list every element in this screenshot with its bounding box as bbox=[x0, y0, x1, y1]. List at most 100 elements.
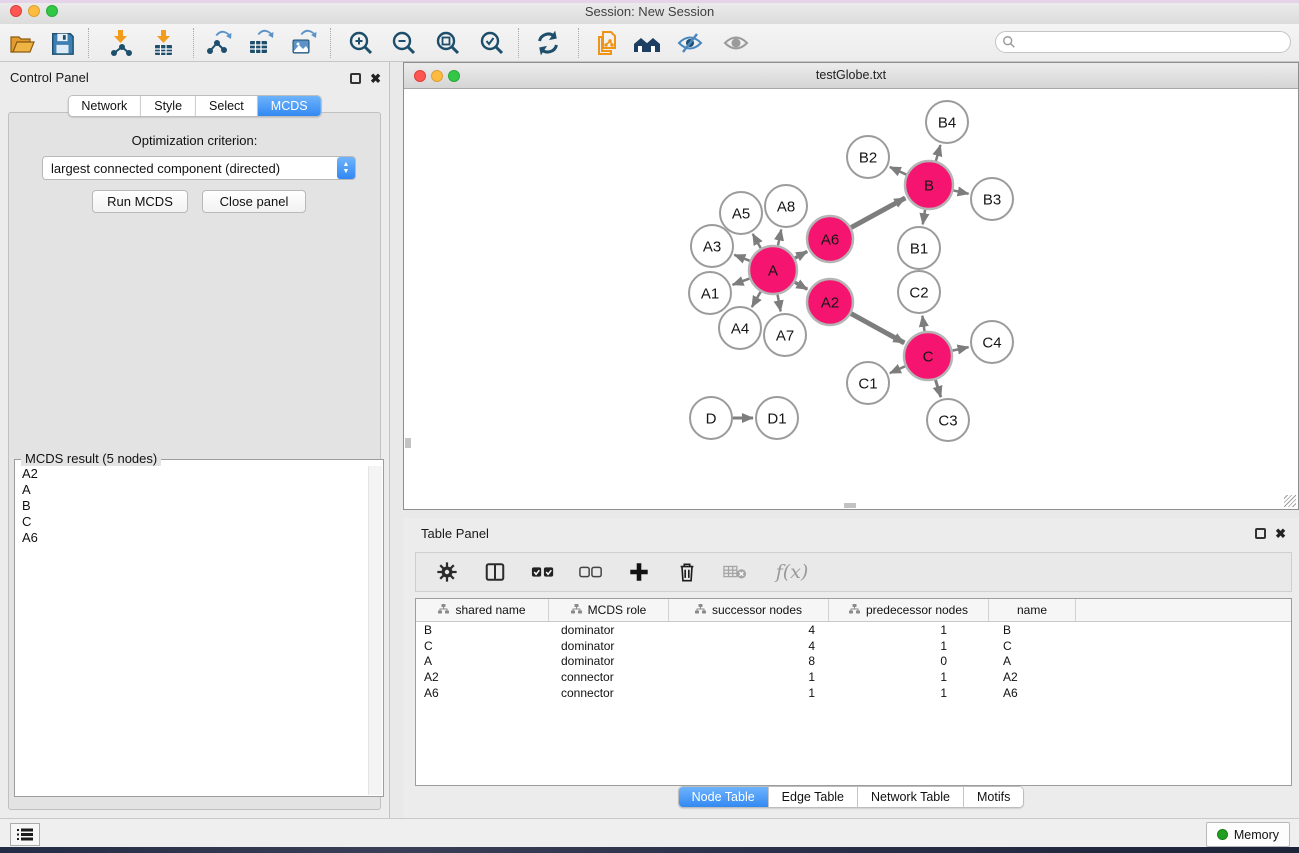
table-cell[interactable]: A bbox=[989, 654, 1076, 668]
export-image-button[interactable] bbox=[286, 26, 320, 60]
network-horizontal-scroll-thumb[interactable] bbox=[844, 503, 856, 508]
result-list-scrollbar[interactable] bbox=[368, 466, 382, 795]
duplicate-network-button[interactable] bbox=[590, 26, 624, 60]
network-vertical-scroll-thumb[interactable] bbox=[405, 438, 411, 448]
memory-button[interactable]: Memory bbox=[1206, 822, 1290, 847]
home-button[interactable] bbox=[630, 26, 664, 60]
network-edge-A6-B[interactable] bbox=[851, 198, 905, 228]
network-edge-C-C3[interactable] bbox=[935, 380, 940, 397]
mcds-result-item[interactable]: A bbox=[22, 482, 368, 498]
tab-network-table[interactable]: Network Table bbox=[858, 787, 964, 807]
split-view-icon[interactable] bbox=[482, 559, 508, 585]
delete-table-icon[interactable] bbox=[722, 559, 748, 585]
table-cell[interactable]: 1 bbox=[669, 670, 829, 684]
table-cell[interactable]: 4 bbox=[669, 639, 829, 653]
table-cell[interactable]: connector bbox=[549, 670, 669, 684]
network-node-A[interactable]: A bbox=[749, 246, 797, 294]
task-history-button[interactable] bbox=[10, 823, 40, 846]
table-cell[interactable]: 4 bbox=[669, 623, 829, 637]
table-cell[interactable]: B bbox=[416, 623, 549, 637]
network-edge-A2-C[interactable] bbox=[851, 314, 904, 343]
table-cell[interactable]: connector bbox=[549, 686, 669, 700]
zoom-fit-button[interactable] bbox=[431, 26, 465, 60]
mcds-result-item[interactable]: A6 bbox=[22, 530, 368, 546]
add-column-icon[interactable] bbox=[626, 559, 652, 585]
network-node-A4[interactable]: A4 bbox=[719, 307, 761, 349]
network-edge-A-A2[interactable] bbox=[795, 282, 808, 289]
network-edge-A-A4[interactable] bbox=[752, 292, 761, 307]
search-field[interactable] bbox=[995, 31, 1291, 53]
network-node-B4[interactable]: B4 bbox=[926, 101, 968, 143]
network-edge-A-A6[interactable] bbox=[795, 251, 807, 258]
tab-style[interactable]: Style bbox=[141, 96, 196, 116]
column-header-successor-nodes[interactable]: successor nodes bbox=[669, 599, 829, 621]
column-header-MCDS-role[interactable]: MCDS role bbox=[549, 599, 669, 621]
import-table-button[interactable] bbox=[146, 26, 180, 60]
delete-icon[interactable] bbox=[674, 559, 700, 585]
table-row[interactable]: Adominator80A bbox=[416, 654, 1291, 670]
table-close-icon[interactable]: ✖ bbox=[1275, 528, 1286, 539]
table-cell[interactable]: 1 bbox=[829, 670, 989, 684]
network-edge-C-C1[interactable] bbox=[890, 366, 905, 373]
function-builder-icon[interactable]: f(x) bbox=[770, 559, 814, 585]
mcds-result-item[interactable]: A2 bbox=[22, 466, 368, 482]
column-header-predecessor-nodes[interactable]: predecessor nodes bbox=[829, 599, 989, 621]
zoom-selected-button[interactable] bbox=[475, 26, 509, 60]
gear-icon[interactable] bbox=[434, 559, 460, 585]
table-float-icon[interactable] bbox=[1255, 528, 1266, 539]
open-session-button[interactable] bbox=[5, 26, 39, 60]
table-row[interactable]: A6connector11A6 bbox=[416, 685, 1291, 701]
network-edge-B-B2[interactable] bbox=[890, 167, 906, 175]
table-cell[interactable]: C bbox=[989, 639, 1076, 653]
table-cell[interactable]: 1 bbox=[829, 686, 989, 700]
table-cell[interactable]: dominator bbox=[549, 654, 669, 668]
column-header-shared-name[interactable]: shared name bbox=[416, 599, 549, 621]
network-node-A7[interactable]: A7 bbox=[764, 314, 806, 356]
export-table-button[interactable] bbox=[243, 26, 277, 60]
table-cell[interactable]: A2 bbox=[416, 670, 549, 684]
refresh-button[interactable] bbox=[531, 26, 565, 60]
network-node-D1[interactable]: D1 bbox=[756, 397, 798, 439]
network-edge-A-A8[interactable] bbox=[778, 230, 781, 246]
import-network-button[interactable] bbox=[103, 26, 137, 60]
table-row[interactable]: Cdominator41C bbox=[416, 638, 1291, 654]
network-node-B1[interactable]: B1 bbox=[898, 227, 940, 269]
network-node-C4[interactable]: C4 bbox=[971, 321, 1013, 363]
select-all-icon[interactable] bbox=[530, 559, 556, 585]
tab-mcds[interactable]: MCDS bbox=[258, 96, 321, 116]
network-node-A8[interactable]: A8 bbox=[765, 185, 807, 227]
table-row[interactable]: Bdominator41B bbox=[416, 622, 1291, 638]
zoom-in-button[interactable] bbox=[344, 26, 378, 60]
table-cell[interactable]: A2 bbox=[989, 670, 1076, 684]
mcds-result-item[interactable]: C bbox=[22, 514, 368, 530]
table-cell[interactable]: 8 bbox=[669, 654, 829, 668]
network-canvas[interactable]: B4B2BB3A8A5A6A3B1AC2A1A2A4A7C4CC1C3DD1 bbox=[404, 89, 1298, 509]
table-cell[interactable]: A bbox=[416, 654, 549, 668]
network-edge-B-B3[interactable] bbox=[953, 190, 968, 193]
network-node-C1[interactable]: C1 bbox=[847, 362, 889, 404]
network-node-C[interactable]: C bbox=[904, 332, 952, 380]
network-edge-A-A7[interactable] bbox=[778, 295, 781, 312]
close-panel-icon[interactable]: ✖ bbox=[370, 73, 381, 84]
table-cell[interactable]: 1 bbox=[669, 686, 829, 700]
deselect-all-icon[interactable] bbox=[578, 559, 604, 585]
network-edge-A-A1[interactable] bbox=[733, 279, 750, 285]
table-cell[interactable]: 0 bbox=[829, 654, 989, 668]
tab-network[interactable]: Network bbox=[68, 96, 141, 116]
network-edge-A-A3[interactable] bbox=[734, 255, 749, 261]
table-cell[interactable]: 1 bbox=[829, 623, 989, 637]
network-edge-B-B1[interactable] bbox=[923, 210, 925, 225]
network-node-B[interactable]: B bbox=[905, 161, 953, 209]
save-session-button[interactable] bbox=[45, 26, 79, 60]
table-cell[interactable]: dominator bbox=[549, 623, 669, 637]
table-cell[interactable]: A6 bbox=[416, 686, 549, 700]
table-cell[interactable]: A6 bbox=[989, 686, 1076, 700]
network-node-A3[interactable]: A3 bbox=[691, 225, 733, 267]
mcds-result-item[interactable]: B bbox=[22, 498, 368, 514]
network-edge-C-C4[interactable] bbox=[952, 347, 968, 351]
network-node-C3[interactable]: C3 bbox=[927, 399, 969, 441]
show-graphics-details-button[interactable] bbox=[719, 26, 753, 60]
close-panel-button[interactable]: Close panel bbox=[202, 190, 306, 213]
network-resize-grip[interactable] bbox=[1284, 495, 1296, 507]
hide-graphics-details-button[interactable] bbox=[673, 26, 707, 60]
